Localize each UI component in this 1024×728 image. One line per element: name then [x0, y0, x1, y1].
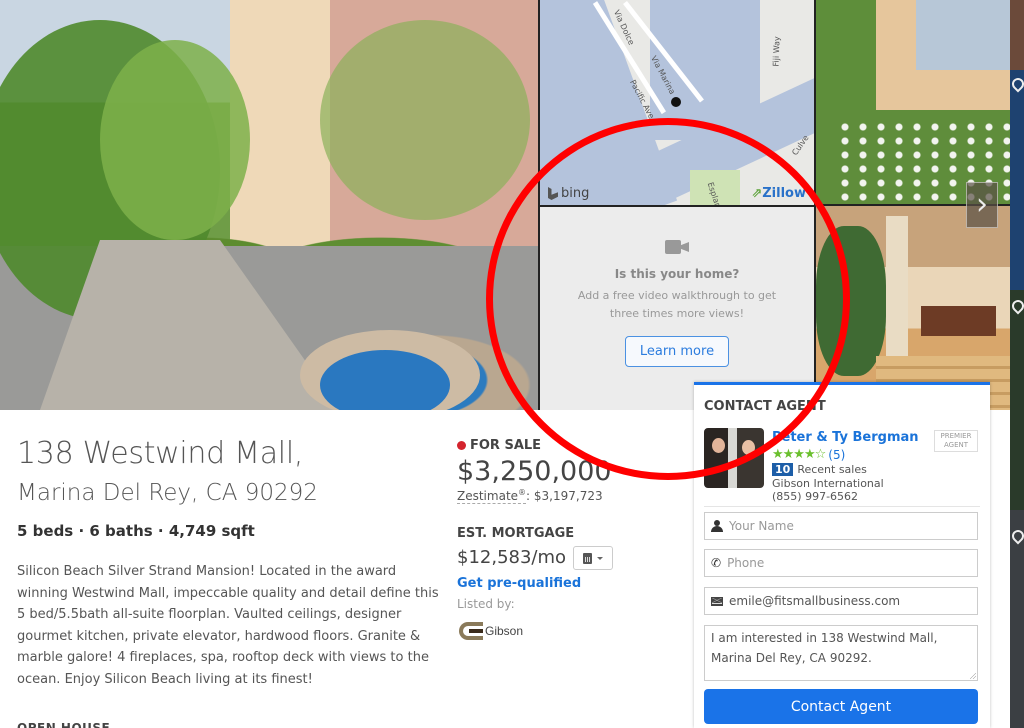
listing-status: FOR SALE	[457, 438, 541, 453]
listing-description: Silicon Beach Silver Strand Mansion! Loc…	[17, 564, 439, 687]
recent-sales-count: 10	[772, 463, 794, 476]
zestimate-label[interactable]: Zestimate®	[457, 488, 527, 504]
contact-agent-card: CONTACT AGENT Peter & Ty Bergman ★★★★☆ (…	[694, 382, 990, 728]
zillow-logo: ⇗Zillow	[751, 186, 806, 201]
promo-title: Is this your home?	[614, 267, 740, 281]
adjacent-listing-photo	[1010, 0, 1024, 70]
agent-avatar[interactable]	[704, 428, 764, 488]
agent-name-link[interactable]: Peter & Ty Bergman	[772, 430, 919, 445]
zestimate[interactable]: Zestimate®: $3,197,723	[457, 488, 603, 504]
adjacent-listing-photo	[1010, 70, 1024, 290]
mortgage-label: EST. MORTGAGE	[457, 526, 575, 541]
caret-down-icon	[597, 556, 603, 560]
photo-tree	[100, 40, 250, 240]
envelope-icon	[711, 596, 723, 606]
star-rating-icon: ★★★★☆	[772, 447, 826, 462]
user-icon	[711, 520, 723, 532]
phone-field[interactable]: ✆	[704, 549, 978, 577]
listing-price: $3,250,000	[457, 456, 612, 487]
resize-grip-icon[interactable]	[970, 673, 976, 679]
zillow-label: Zillow	[762, 186, 806, 201]
agent-brokerage: Gibson International	[772, 477, 884, 490]
status-label: FOR SALE	[470, 438, 542, 453]
agent-rating[interactable]: ★★★★☆ (5)	[772, 447, 845, 462]
learn-more-button[interactable]: Learn more	[624, 336, 730, 367]
zillow-icon: ⇗	[751, 186, 763, 201]
location-map[interactable]: Via Dolce Via Marina Pacific Ave Fiji Wa…	[540, 0, 814, 205]
agent-phone: (855) 997-6562	[772, 490, 859, 503]
phone-icon: ✆	[711, 556, 722, 570]
main-property-photo[interactable]	[0, 0, 538, 410]
broker-logo[interactable]: Gibson	[459, 622, 523, 640]
map-location-pin-icon[interactable]	[671, 97, 681, 107]
contact-agent-title: CONTACT AGENT	[704, 399, 826, 414]
property-photo-exterior[interactable]	[816, 0, 1010, 204]
broker-logo-text: Gibson	[485, 624, 524, 638]
zestimate-text: Zestimate	[457, 489, 519, 503]
open-house-heading: OPEN HOUSE	[17, 721, 111, 728]
address-street: 138 Westwind Mall,	[17, 436, 304, 471]
name-field[interactable]	[704, 512, 978, 540]
review-count[interactable]: (5)	[828, 448, 845, 462]
photo-sky	[916, 0, 1010, 70]
contact-agent-button[interactable]: Contact Agent	[704, 689, 978, 724]
promo-description: Add a free video walkthrough to get thre…	[540, 287, 814, 323]
calculator-icon	[583, 552, 592, 564]
home-facts: 5 beds · 6 baths · 4,749 sqft	[17, 522, 255, 540]
registered-mark: ®	[518, 488, 527, 497]
photo-gallery: Via Dolce Via Marina Pacific Ave Fiji Wa…	[0, 0, 1024, 410]
bing-icon	[548, 187, 558, 200]
chevron-right-icon: ›	[976, 187, 988, 222]
photo-dining-table	[921, 306, 996, 336]
bing-logo: bing	[548, 186, 589, 201]
promo-description-line: Add a free video walkthrough to get	[577, 289, 777, 302]
premier-agent-badge: PREMIER AGENT	[934, 430, 978, 452]
gibson-logo-icon	[459, 622, 483, 640]
status-dot-icon	[457, 441, 466, 450]
name-input[interactable]	[729, 519, 959, 533]
phone-input[interactable]	[727, 556, 958, 570]
email-input[interactable]	[729, 594, 959, 608]
listed-by-label: Listed by:	[457, 597, 515, 611]
recent-sales-label: Recent sales	[797, 463, 867, 476]
message-textarea[interactable]: I am interested in 138 Westwind Mall, Ma…	[704, 625, 978, 681]
divider	[704, 506, 980, 507]
recent-sales: 10 Recent sales	[772, 463, 867, 476]
mortgage-calculator-dropdown[interactable]	[573, 546, 613, 570]
video-camera-icon	[665, 240, 689, 254]
photo-tree	[320, 20, 530, 220]
get-prequalified-link[interactable]: Get pre-qualified	[457, 576, 581, 591]
map-street-label: Fiji Way	[771, 36, 782, 67]
video-walkthrough-promo: Is this your home? Add a free video walk…	[540, 207, 814, 410]
email-field[interactable]	[704, 587, 978, 615]
zestimate-value: : $3,197,723	[526, 489, 603, 503]
mortgage-value: $12,583/mo	[457, 547, 567, 568]
property-photo-interior[interactable]	[816, 206, 1010, 410]
promo-description-line: three times more views!	[609, 307, 745, 320]
bing-label: bing	[561, 186, 590, 201]
photo-plant	[816, 226, 886, 376]
address-city: Marina Del Rey, CA 90292	[17, 480, 318, 506]
gallery-next-button[interactable]: ›	[966, 182, 998, 228]
adjacent-listing-photo	[1010, 290, 1024, 510]
adjacent-listings-strip[interactable]	[1009, 0, 1024, 728]
